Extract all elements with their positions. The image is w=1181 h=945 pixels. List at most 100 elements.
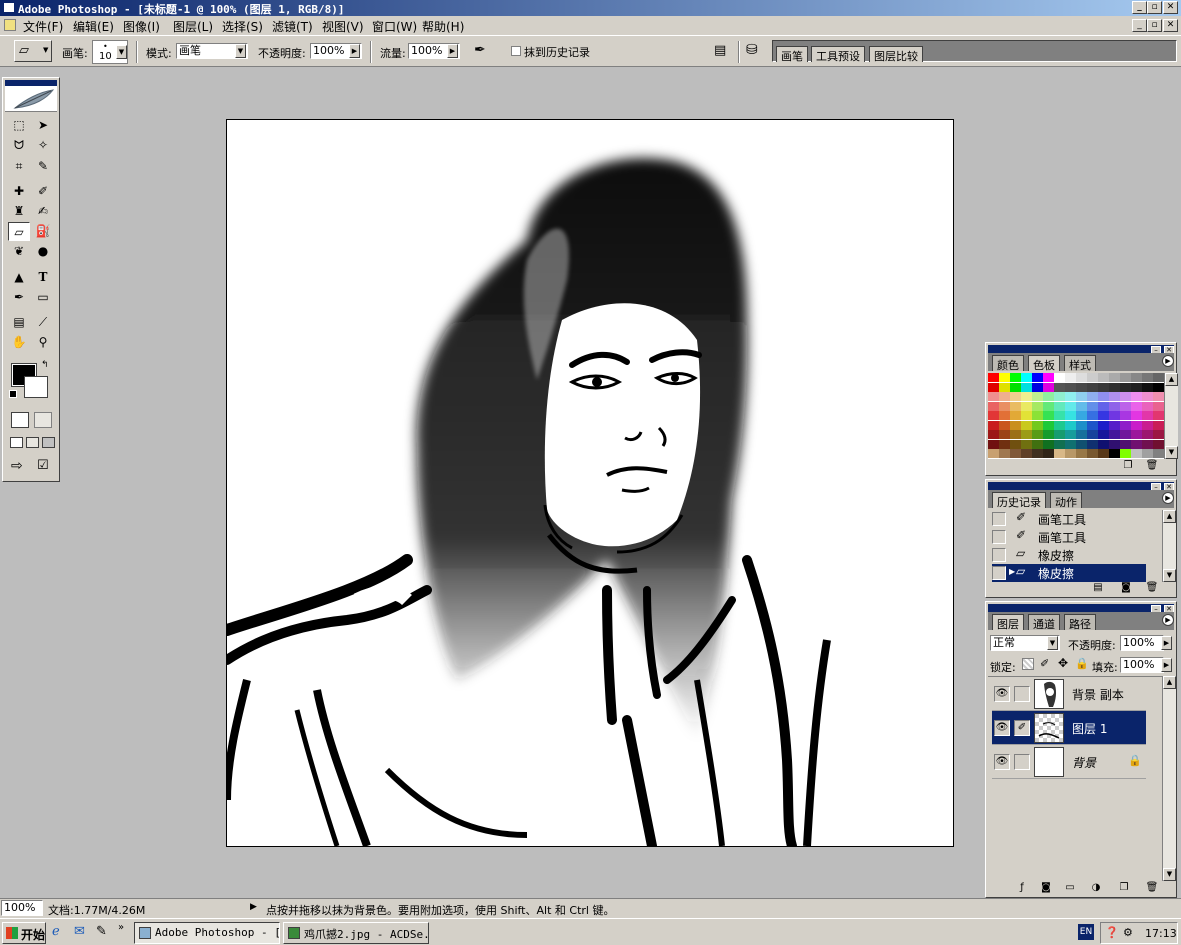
quicklaunch-app-icon[interactable]: ✎: [96, 924, 107, 939]
color-swatch[interactable]: [1098, 449, 1109, 458]
menu-file[interactable]: 文件(F): [23, 18, 63, 35]
color-swatch[interactable]: [1142, 373, 1153, 382]
color-swatch[interactable]: [1065, 382, 1076, 392]
file-browser-icon[interactable]: ▤: [714, 43, 726, 58]
quick-mask-mode-icon[interactable]: [34, 412, 52, 428]
color-swatch[interactable]: [1109, 382, 1120, 392]
color-swatch[interactable]: [1010, 382, 1021, 392]
color-swatch[interactable]: [1087, 411, 1098, 420]
scroll-down-icon[interactable]: ▼: [1163, 569, 1176, 582]
rectangle-tool-icon[interactable]: ▭: [32, 288, 54, 307]
color-swatch[interactable]: [1032, 439, 1043, 449]
swatches-menu-arrow[interactable]: ▶: [1162, 355, 1174, 367]
color-swatch[interactable]: [1054, 449, 1065, 458]
layer-row[interactable]: 👁 背景 副本: [992, 677, 1146, 711]
airbrush-icon[interactable]: ✒: [474, 42, 486, 58]
language-indicator[interactable]: EN: [1078, 924, 1094, 940]
doc-restore-button[interactable]: ▫: [1147, 19, 1162, 32]
color-swatch[interactable]: [1065, 411, 1076, 420]
color-swatch[interactable]: [1043, 430, 1054, 439]
eye-icon[interactable]: 👁: [994, 754, 1010, 770]
color-swatch[interactable]: [999, 411, 1010, 420]
color-swatch[interactable]: [999, 449, 1010, 458]
history-item[interactable]: ✐ 画笔工具: [992, 510, 1146, 528]
pen-tool-icon[interactable]: ✒: [8, 288, 30, 307]
new-swatch-icon[interactable]: ❐: [1120, 459, 1136, 473]
crop-tool-icon[interactable]: ⌗: [8, 157, 30, 176]
trash-icon[interactable]: 🗑: [1144, 459, 1160, 473]
history-item-selected[interactable]: ▶ ▱ 橡皮擦: [992, 564, 1146, 582]
path-selection-tool-icon[interactable]: ▲: [8, 268, 30, 287]
well-tab-tool-presets[interactable]: 工具预设: [811, 46, 865, 63]
color-swatch[interactable]: [1032, 420, 1043, 430]
color-swatch[interactable]: [1087, 430, 1098, 439]
color-swatch[interactable]: [1010, 439, 1021, 449]
history-snapshot-checkbox[interactable]: [992, 512, 1006, 526]
slice-tool-icon[interactable]: ✎: [32, 157, 54, 176]
quicklaunch-more-icon[interactable]: »: [118, 922, 124, 933]
history-item[interactable]: ▱ 橡皮擦: [992, 546, 1146, 564]
eye-icon[interactable]: 👁: [994, 720, 1010, 736]
color-swatch[interactable]: [1098, 411, 1109, 420]
tray-help-icon[interactable]: ❓: [1105, 926, 1119, 939]
color-swatch[interactable]: [1098, 373, 1109, 382]
color-swatch[interactable]: [1098, 420, 1109, 430]
color-swatch[interactable]: [1120, 420, 1131, 430]
color-swatch[interactable]: [1087, 439, 1098, 449]
color-swatch[interactable]: [1032, 401, 1043, 411]
color-swatch[interactable]: [1120, 392, 1131, 401]
color-swatch[interactable]: [1109, 411, 1120, 420]
zoom-level-input[interactable]: 100%: [1, 900, 43, 916]
lock-transparency-icon[interactable]: [1022, 658, 1034, 670]
color-swatch[interactable]: [1043, 449, 1054, 458]
fill-arrow[interactable]: ▶: [1161, 658, 1172, 672]
color-swatch[interactable]: [1054, 392, 1065, 401]
color-swatch[interactable]: [1153, 382, 1164, 392]
color-swatch[interactable]: [1010, 392, 1021, 401]
toggle-palettes-icon[interactable]: ⛁: [746, 42, 758, 58]
color-swatch[interactable]: [1032, 382, 1043, 392]
paint-bucket-tool-icon[interactable]: ⛽: [32, 222, 54, 241]
color-swatch[interactable]: [1120, 449, 1131, 458]
task-photoshop[interactable]: Adobe Photoshop - [...: [134, 922, 280, 944]
color-swatch[interactable]: [999, 373, 1010, 382]
color-swatch[interactable]: [1032, 373, 1043, 382]
hand-tool-icon[interactable]: ✋: [8, 333, 30, 352]
well-tab-brushes[interactable]: 画笔: [776, 46, 808, 63]
scroll-up-icon[interactable]: ▲: [1165, 373, 1178, 386]
screen-mode-standard-icon[interactable]: [10, 437, 23, 448]
color-swatch[interactable]: [1076, 392, 1087, 401]
default-colors-icon[interactable]: [9, 390, 17, 398]
tab-paths[interactable]: 路径: [1064, 614, 1096, 631]
color-swatch[interactable]: [1131, 449, 1142, 458]
scroll-down-icon[interactable]: ▼: [1165, 446, 1178, 459]
swatches-scrollbar[interactable]: ▲ ▼: [1164, 373, 1178, 459]
tray-network-icon[interactable]: ⚙: [1123, 926, 1133, 939]
lock-pixels-icon[interactable]: ✐: [1040, 657, 1049, 670]
color-swatch[interactable]: [1076, 430, 1087, 439]
color-swatch[interactable]: [1131, 373, 1142, 382]
color-swatch[interactable]: [1120, 373, 1131, 382]
color-swatch[interactable]: [1153, 401, 1164, 411]
color-swatch[interactable]: [1076, 449, 1087, 458]
color-swatch[interactable]: [1131, 430, 1142, 439]
color-swatch[interactable]: [1021, 392, 1032, 401]
tab-color[interactable]: 颜色: [992, 355, 1024, 372]
color-swatch[interactable]: [1142, 411, 1153, 420]
lock-all-icon[interactable]: 🔒: [1075, 657, 1089, 670]
menu-view[interactable]: 视图(V): [322, 18, 364, 35]
color-swatch[interactable]: [999, 392, 1010, 401]
color-swatch[interactable]: [1065, 420, 1076, 430]
layer-link-toggle[interactable]: [1014, 754, 1030, 770]
color-swatch[interactable]: [1032, 430, 1043, 439]
color-swatch[interactable]: [1087, 392, 1098, 401]
menu-help[interactable]: 帮助(H): [422, 18, 464, 35]
color-swatch[interactable]: [1153, 373, 1164, 382]
layer-row[interactable]: 👁 背景 🔒: [992, 745, 1146, 779]
brush-picker-arrow[interactable]: ▼: [116, 45, 127, 59]
color-swatch[interactable]: [1054, 411, 1065, 420]
color-swatch[interactable]: [1131, 401, 1142, 411]
history-menu-arrow[interactable]: ▶: [1162, 492, 1174, 504]
type-tool-icon[interactable]: T: [32, 268, 54, 287]
color-swatch[interactable]: [1098, 430, 1109, 439]
